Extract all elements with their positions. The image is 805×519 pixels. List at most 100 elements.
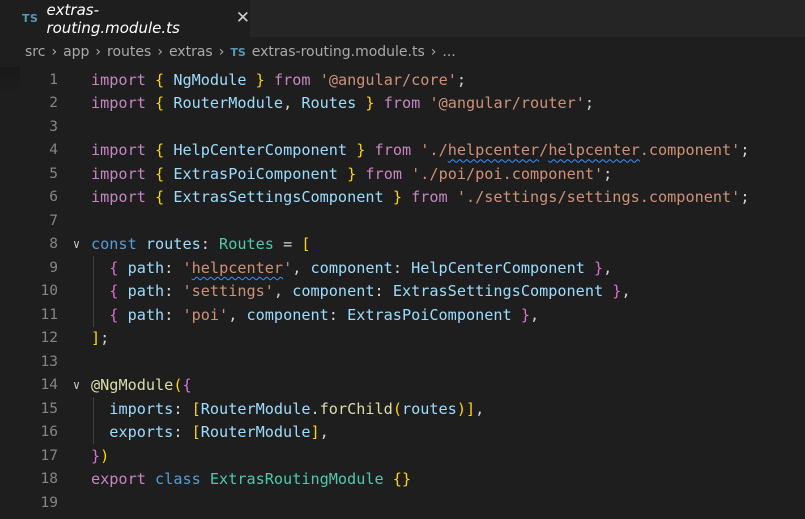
line-number: 11 — [40, 306, 58, 323]
code-token: : — [374, 282, 393, 301]
code-token: { — [155, 94, 165, 113]
code-text: @NgModule({ — [91, 376, 805, 394]
code-text: ]; — [91, 329, 805, 347]
code-token: , — [530, 305, 540, 324]
code-line[interactable]: 9 { path: 'helpcenter', component: HelpC… — [0, 256, 805, 280]
code-token: from — [273, 70, 311, 89]
code-line[interactable]: 16 exports: [RouterModule], — [0, 421, 805, 445]
breadcrumb-item-src[interactable]: src — [25, 44, 45, 60]
code-line[interactable]: 17}) — [0, 444, 805, 468]
code-token: import — [91, 188, 146, 207]
code-line[interactable]: 13 — [0, 350, 805, 374]
line-number: 15 — [40, 400, 58, 417]
fold-chevron-icon[interactable]: ∨ — [58, 237, 91, 251]
line-number: 13 — [40, 353, 58, 370]
chevron-right-icon: › — [218, 44, 225, 60]
code-token: } — [392, 188, 402, 207]
close-icon[interactable]: ✕ — [236, 10, 250, 27]
breadcrumb-item-app[interactable]: app — [63, 44, 89, 60]
breadcrumb-item-routes[interactable]: routes — [107, 44, 151, 60]
code-token: , — [319, 423, 329, 442]
code-token: component — [292, 282, 375, 301]
code-line[interactable]: 14 ∨ @NgModule({ — [0, 374, 805, 398]
code-text: imports: [RouterModule.forChild(routes)]… — [91, 400, 805, 418]
code-line[interactable]: 11 { path: 'poi', component: ExtrasPoiCo… — [0, 303, 805, 327]
code-token: } — [347, 164, 357, 183]
line-number: 8 — [49, 236, 58, 253]
breadcrumb-item-more[interactable]: ... — [442, 44, 455, 60]
code-token: NgModule — [100, 376, 174, 395]
code-token: import — [91, 141, 146, 160]
code-line[interactable]: 10 { path: 'settings', component: Extras… — [0, 280, 805, 304]
code-token: import — [91, 70, 146, 89]
code-line[interactable]: 2 import { RouterModule, Routes } from '@… — [0, 92, 805, 116]
code-token: 'poi' — [182, 305, 229, 324]
code-token: path — [127, 305, 165, 324]
code-line[interactable]: 6 import { ExtrasSettingsComponent } from… — [0, 186, 805, 210]
code-token: , — [621, 282, 631, 301]
code-token: [ — [191, 399, 201, 418]
line-number: 3 — [49, 118, 58, 135]
code-token: ; — [740, 141, 750, 160]
code-token: ExtrasPoiComponent — [173, 164, 338, 183]
code-token: : — [164, 258, 183, 277]
code-line[interactable]: 19 — [0, 491, 805, 515]
code-text: import { ExtrasSettingsComponent } from … — [91, 188, 805, 206]
code-token: const — [91, 235, 137, 254]
code-token: ExtrasSettingsComponent — [392, 282, 604, 301]
code-token: from — [365, 164, 402, 183]
code-text: exports: [RouterModule], — [91, 423, 805, 441]
code-line[interactable]: 12]; — [0, 327, 805, 351]
breadcrumb-item-file[interactable]: extras-routing.module.ts — [252, 44, 425, 60]
code-token: './poi/poi.component' — [411, 164, 604, 183]
code-line[interactable]: 8 ∨ const routes: Routes = [ — [0, 233, 805, 257]
tab-bar: TS extras-routing.module.ts ✕ — [0, 0, 805, 37]
code-token: {} — [392, 470, 412, 489]
code-text: import { NgModule } from '@angular/core'… — [91, 71, 805, 89]
code-token: imports — [109, 399, 174, 418]
code-editor[interactable]: 1 import { NgModule } from '@angular/core… — [0, 67, 805, 519]
code-token: .component' — [639, 141, 741, 160]
code-text: import { RouterModule, Routes } from '@a… — [91, 94, 805, 112]
code-token: : — [392, 258, 412, 277]
code-token: , — [603, 258, 613, 277]
indent-guide — [93, 397, 94, 444]
line-number: 4 — [49, 142, 58, 159]
code-line[interactable]: 4 import { HelpCenterComponent } from './… — [0, 139, 805, 163]
fold-chevron-icon[interactable]: ∨ — [58, 378, 91, 392]
code-token: './ — [420, 141, 448, 160]
code-token: , — [292, 258, 311, 277]
code-line[interactable]: 15 imports: [RouterModule.forChild(route… — [0, 397, 805, 421]
code-token: HelpCenterComponent — [173, 141, 348, 160]
code-token: , — [475, 399, 485, 418]
code-token: [ — [191, 423, 201, 442]
chevron-right-icon: › — [51, 44, 58, 60]
code-line[interactable]: 3 — [0, 115, 805, 139]
code-line[interactable]: 5 import { ExtrasPoiComponent } from './p… — [0, 162, 805, 186]
code-line[interactable]: 1 import { NgModule } from '@angular/core… — [0, 68, 805, 92]
editor-tab[interactable]: TS extras-routing.module.ts ✕ — [0, 0, 250, 37]
code-token: class — [155, 470, 201, 489]
code-token: @ — [91, 376, 101, 395]
code-token: . — [310, 399, 320, 418]
line-number: 19 — [40, 494, 58, 511]
code-text: import { ExtrasPoiComponent } from './po… — [91, 165, 805, 183]
code-token: : — [164, 282, 183, 301]
code-token: export — [91, 470, 146, 489]
code-token: ; — [456, 70, 467, 89]
code-token: import — [91, 164, 146, 183]
code-line[interactable]: 7 — [0, 209, 805, 233]
code-line[interactable]: 18 export class ExtrasRoutingModule {} — [0, 468, 805, 492]
breadcrumb-item-extras[interactable]: extras — [169, 44, 213, 60]
